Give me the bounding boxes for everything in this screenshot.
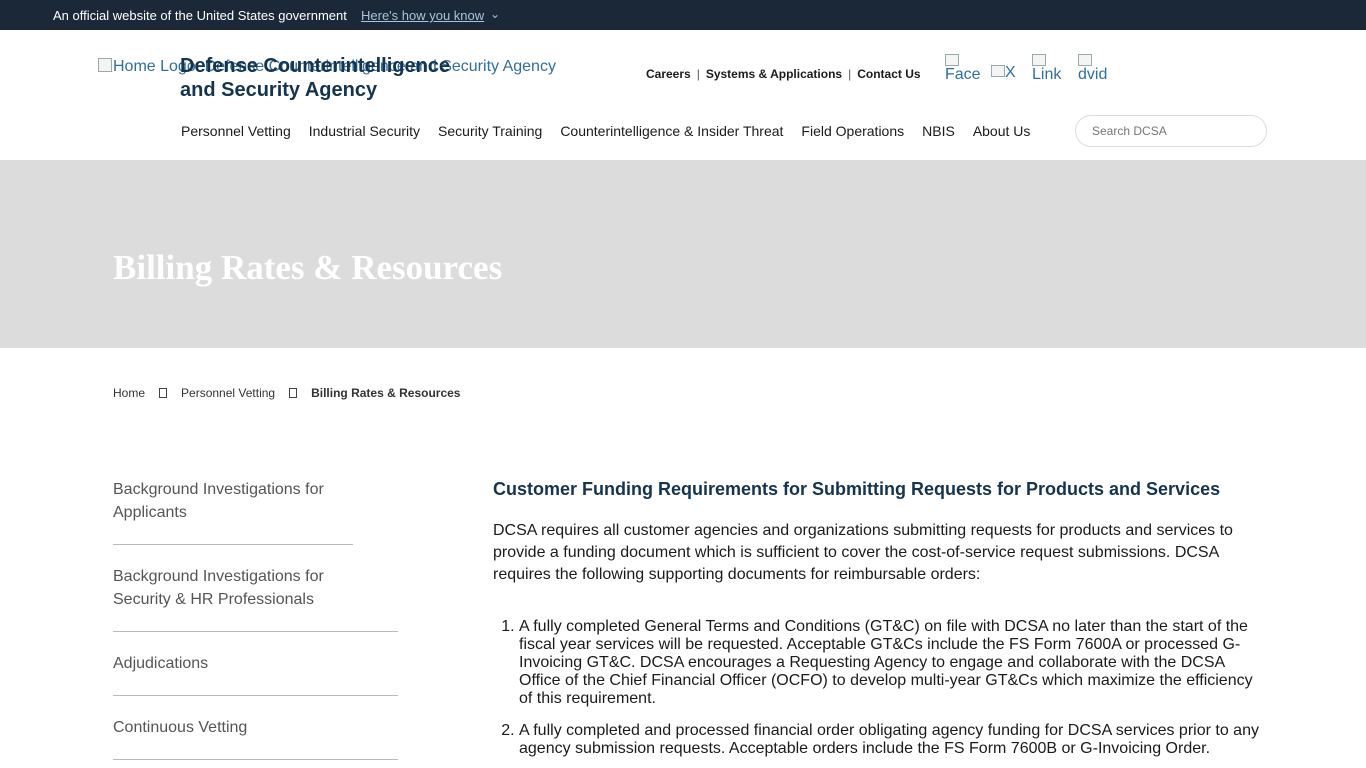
sidebar-nav: Background Investigations for Applicants… [113, 478, 398, 768]
requirements-list: A fully completed General Terms and Cond… [493, 618, 1263, 758]
gov-banner: An official website of the United States… [0, 0, 1366, 30]
utility-links: Careers | Systems & Applications | Contact U… [646, 67, 921, 81]
main-nav: Personnel Vetting Industrial Security Secu… [181, 123, 1048, 139]
list-item: A fully completed and processed financia… [519, 722, 1263, 758]
systems-applications-link[interactable]: Systems & Applications [706, 67, 842, 81]
nav-personnel-vetting[interactable]: Personnel Vetting [181, 123, 291, 139]
heres-how-you-know-link[interactable]: Here's how you know [361, 8, 484, 23]
sidebar-item-bi-applicants[interactable]: Background Investigations for Applicants [113, 478, 353, 545]
linkedin-icon[interactable]: Link [1032, 54, 1061, 84]
separator: | [848, 67, 852, 81]
sidebar-item-adjudications[interactable]: Adjudications [113, 652, 398, 696]
list-item: A fully completed General Terms and Cond… [519, 618, 1263, 708]
agency-name[interactable]: Defense Counterintelligence and Security… [180, 54, 470, 102]
broken-image-icon [98, 58, 112, 72]
content-intro: DCSA requires all customer agencies and … [493, 522, 1233, 583]
dvids-icon[interactable]: dvid [1078, 54, 1107, 84]
breadcrumb-home[interactable]: Home [113, 386, 145, 400]
breadcrumb-current: Billing Rates & Resources [311, 386, 461, 400]
content-heading: Customer Funding Requirements for Submit… [493, 479, 1221, 499]
contact-us-link[interactable]: Contact Us [857, 67, 920, 81]
careers-link[interactable]: Careers [646, 67, 691, 81]
sidebar-item-continuous-vetting[interactable]: Continuous Vetting [113, 716, 398, 760]
site-header: Home Logo: Defense Counterintelligence a… [0, 30, 1366, 160]
hero-banner: Billing Rates & Resources [0, 160, 1366, 348]
breadcrumb-separator-icon [289, 388, 298, 398]
nav-security-training[interactable]: Security Training [438, 123, 542, 139]
chevron-down-icon[interactable]: ⌄ [490, 7, 500, 21]
nav-nbis[interactable]: NBIS [922, 123, 955, 139]
breadcrumb-separator-icon [159, 388, 168, 398]
nav-field-operations[interactable]: Field Operations [801, 123, 904, 139]
breadcrumb: Home Personnel Vetting Billing Rates & Res… [113, 386, 460, 400]
search-input[interactable] [1075, 115, 1267, 147]
breadcrumb-personnel-vetting[interactable]: Personnel Vetting [181, 386, 275, 400]
nav-about-us[interactable]: About Us [973, 123, 1031, 139]
main-content: Customer Funding Requirements for Submit… [493, 478, 1263, 768]
x-icon[interactable]: X [991, 64, 1016, 82]
gov-banner-text: An official website of the United States… [53, 8, 347, 23]
nav-industrial-security[interactable]: Industrial Security [309, 123, 420, 139]
sidebar-item-bi-security-hr[interactable]: Background Investigations for Security &… [113, 565, 398, 632]
separator: | [696, 67, 700, 81]
facebook-icon[interactable]: Face [945, 54, 981, 84]
nav-counterintelligence[interactable]: Counterintelligence & Insider Threat [560, 123, 783, 139]
page-title: Billing Rates & Resources [113, 248, 503, 287]
